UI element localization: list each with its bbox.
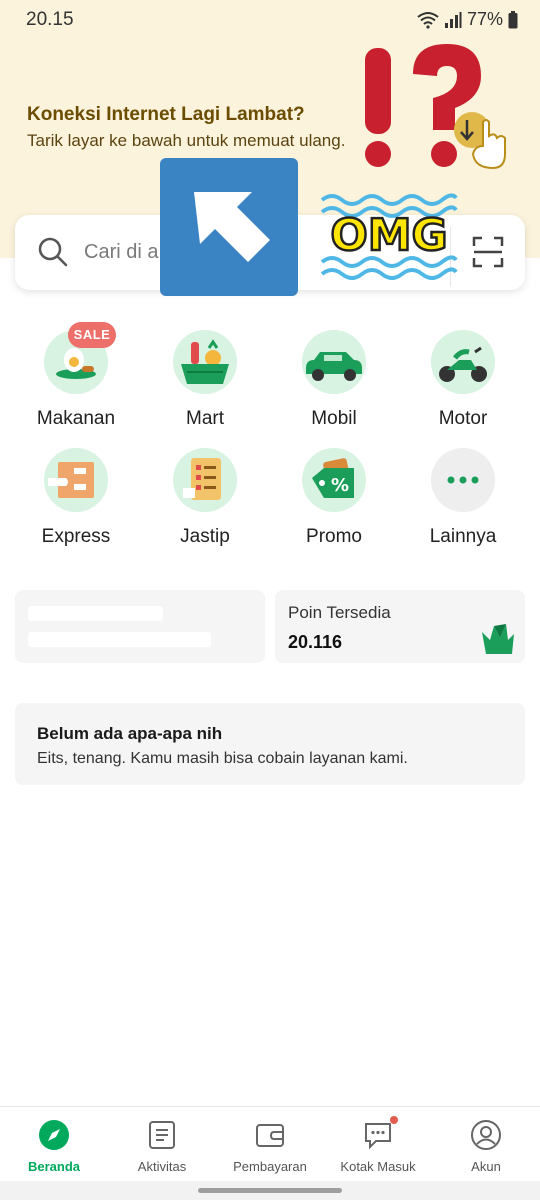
service-mart[interactable]: Mart — [140, 330, 270, 440]
service-jastip[interactable]: Jastip — [140, 448, 270, 558]
bottom-navigation: Beranda Aktivitas Pembayaran Kotak Masuk… — [0, 1106, 540, 1181]
banner-subtitle: Tarik layar ke bawah untuk memuat ulang. — [27, 131, 346, 150]
search-icon — [38, 237, 68, 267]
points-card[interactable]: Poin Tersedia 20.116 — [275, 590, 525, 663]
service-label: Motor — [438, 408, 488, 429]
arrow-up-left-icon — [160, 158, 298, 296]
jastip-icon — [173, 448, 237, 512]
compass-icon — [39, 1120, 69, 1150]
skeleton-line — [28, 606, 163, 621]
exclamation-question-sticker — [365, 44, 506, 170]
service-label: Makanan — [36, 408, 116, 429]
notification-dot — [390, 1116, 398, 1124]
chat-icon — [365, 1123, 391, 1150]
crown-icon — [482, 624, 514, 654]
service-label: Mart — [186, 408, 224, 429]
mart-icon — [173, 330, 237, 394]
empty-state-subtitle: Eits, tenang. Kamu masih bisa cobain lay… — [37, 750, 408, 767]
service-label: Promo — [306, 526, 362, 547]
motorbike-icon — [431, 330, 495, 394]
home-gesture-handle[interactable] — [198, 1188, 342, 1193]
service-label: Express — [41, 526, 111, 547]
service-mobil[interactable]: Mobil — [269, 330, 399, 440]
status-icons: 77% — [417, 9, 518, 30]
search-placeholder: Cari di a — [84, 241, 159, 263]
points-value: 20.116 — [288, 632, 343, 652]
service-motor[interactable]: Motor — [398, 330, 528, 440]
battery-percent: 77% — [466, 9, 503, 29]
banner-title: Koneksi Internet Lagi Lambat? — [27, 104, 305, 125]
more-icon — [431, 448, 495, 512]
nav-label: Beranda — [27, 1159, 81, 1174]
empty-state-title: Belum ada apa-apa nih — [37, 724, 223, 743]
wallet-icon — [256, 1124, 284, 1147]
skeleton-line — [28, 632, 211, 647]
express-icon — [44, 448, 108, 512]
signal-icon — [444, 11, 462, 28]
nav-beranda[interactable]: Beranda — [0, 1107, 108, 1182]
promo-icon: % — [302, 448, 366, 512]
wifi-icon — [417, 11, 439, 29]
service-label: Mobil — [311, 408, 357, 429]
nav-kotak-masuk[interactable]: Kotak Masuk — [324, 1107, 432, 1182]
nav-pembayaran[interactable]: Pembayaran — [216, 1107, 324, 1182]
nav-label: Kotak Masuk — [340, 1159, 416, 1174]
service-label: Lainnya — [429, 526, 497, 547]
scan-qr-icon[interactable] — [472, 236, 504, 268]
status-bar: 20.15 77% — [0, 0, 540, 40]
empty-state-card: Belum ada apa-apa nih Eits, tenang. Kamu… — [15, 703, 525, 785]
status-time: 20.15 — [26, 9, 74, 30]
activity-list-icon — [149, 1121, 175, 1149]
sale-badge: SALE — [68, 322, 116, 348]
car-icon — [302, 330, 366, 394]
service-label: Jastip — [180, 526, 230, 547]
nav-akun[interactable]: Akun — [432, 1107, 540, 1182]
nav-label: Akun — [471, 1159, 501, 1174]
points-label: Poin Tersedia — [288, 603, 391, 622]
battery-icon — [508, 10, 518, 28]
nav-label: Pembayaran — [233, 1159, 307, 1174]
omg-text: OMG — [330, 210, 447, 261]
balance-card-loading[interactable] — [15, 590, 265, 663]
svg-text:%: % — [331, 475, 349, 496]
account-icon — [471, 1120, 501, 1150]
omg-sticker: OMG — [320, 193, 458, 280]
gesture-bar — [0, 1181, 540, 1200]
service-express[interactable]: Express — [11, 448, 141, 558]
service-promo[interactable]: % Promo — [269, 448, 399, 558]
service-lainnya[interactable]: Lainnya — [398, 448, 528, 558]
nav-label: Aktivitas — [137, 1159, 187, 1174]
nav-aktivitas[interactable]: Aktivitas — [108, 1107, 216, 1182]
home-screen: 20.15 77% Koneksi Internet Lagi Lambat? … — [0, 0, 540, 1200]
